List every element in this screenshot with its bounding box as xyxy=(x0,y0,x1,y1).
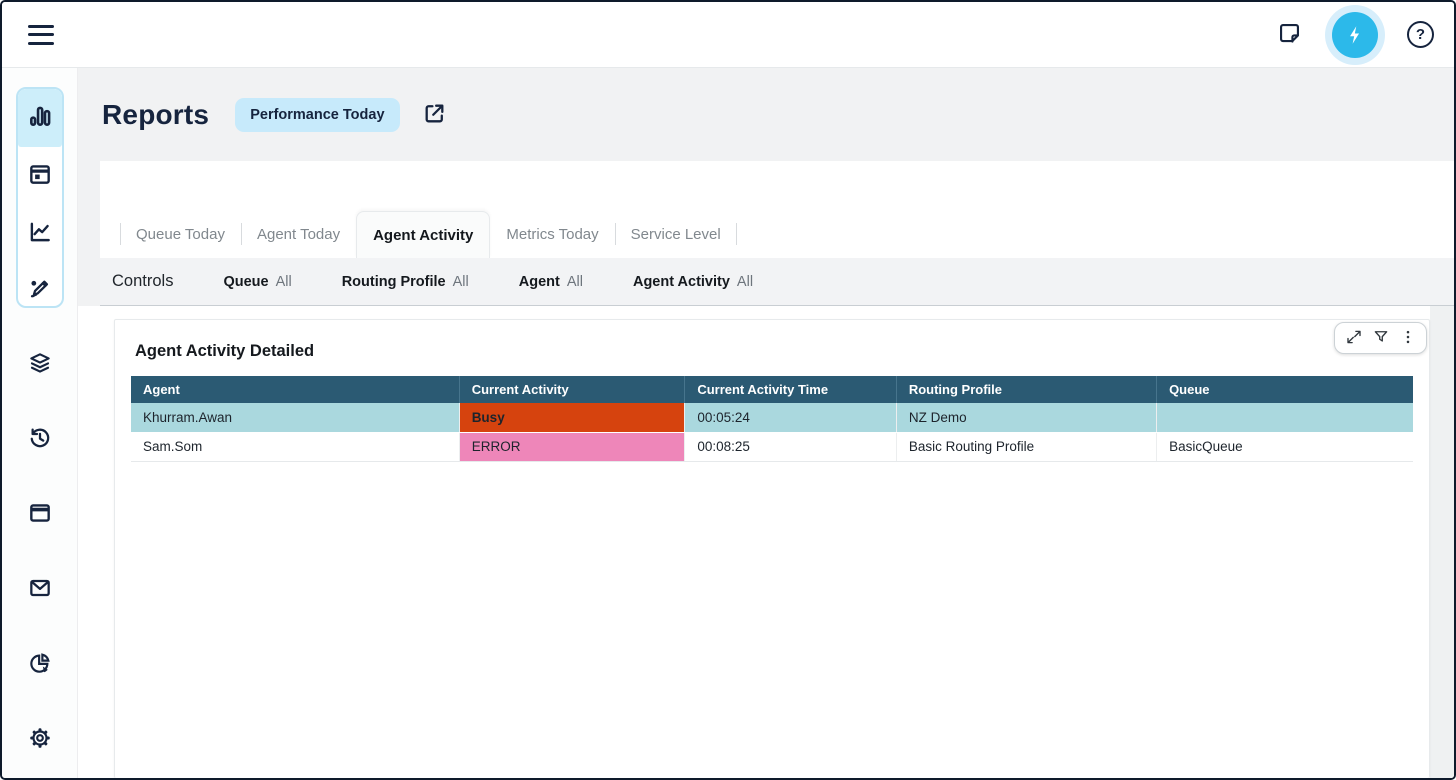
right-gutter xyxy=(1430,306,1454,778)
column-header-queue[interactable]: Queue xyxy=(1157,376,1413,403)
sidebar-secondary-group xyxy=(16,328,64,778)
main-content: Reports Performance Today Queue Today xyxy=(78,68,1454,778)
table-row: Sam.Som ERROR 00:08:25 Basic Routing Pro… xyxy=(131,432,1413,461)
sidebar-item-metrics[interactable] xyxy=(18,205,62,263)
tab-queue-today[interactable]: Queue Today xyxy=(120,211,241,258)
sidebar-item-schedule[interactable] xyxy=(18,147,62,205)
tab-agent-today[interactable]: Agent Today xyxy=(241,211,356,258)
topbar-actions: ? xyxy=(1276,5,1434,65)
filter-queue[interactable]: QueueAll xyxy=(223,274,291,290)
report-name-badge: Performance Today xyxy=(235,98,399,132)
cell-routing-profile: NZ Demo xyxy=(896,403,1156,432)
controls-bar: Controls QueueAll Routing ProfileAll Age… xyxy=(100,258,1454,306)
column-header-current-activity[interactable]: Current Activity xyxy=(459,376,685,403)
top-bar: ? xyxy=(2,2,1454,68)
sidebar-item-window[interactable] xyxy=(16,478,64,553)
agent-activity-panel: Agent Activity Detailed Agent Current Ac… xyxy=(114,319,1430,778)
table-row: Khurram.Awan Busy 00:05:24 NZ Demo xyxy=(131,403,1413,432)
help-icon: ? xyxy=(1407,21,1434,48)
tab-service-level[interactable]: Service Level xyxy=(615,211,737,258)
column-header-current-activity-time[interactable]: Current Activity Time xyxy=(685,376,897,403)
filter-agent[interactable]: AgentAll xyxy=(519,274,583,290)
note-icon xyxy=(1276,20,1303,50)
calendar-icon xyxy=(27,161,53,192)
panel-title: Agent Activity Detailed xyxy=(135,342,1413,361)
cell-current-activity: Busy xyxy=(459,403,685,432)
page-header: Reports Performance Today xyxy=(78,68,1454,161)
filter-button[interactable] xyxy=(1367,326,1394,350)
cell-queue: BasicQueue xyxy=(1157,432,1413,461)
history-icon xyxy=(27,425,53,456)
panel-toolbar xyxy=(1334,322,1427,354)
column-header-agent[interactable]: Agent xyxy=(131,376,459,403)
column-header-routing-profile[interactable]: Routing Profile xyxy=(896,376,1156,403)
cell-agent: Sam.Som xyxy=(131,432,459,461)
cell-activity-time: 00:05:24 xyxy=(685,403,897,432)
filter-icon xyxy=(1372,328,1390,349)
agent-activity-table: Agent Current Activity Current Activity … xyxy=(131,376,1413,462)
assistant-button[interactable] xyxy=(1325,5,1385,65)
sidebar xyxy=(2,68,78,778)
layers-icon xyxy=(27,350,53,381)
filter-agent-activity[interactable]: Agent ActivityAll xyxy=(633,274,753,290)
cell-queue xyxy=(1157,403,1413,432)
cell-routing-profile: Basic Routing Profile xyxy=(896,432,1156,461)
sidebar-item-layers[interactable] xyxy=(16,328,64,403)
more-options-button[interactable] xyxy=(1394,326,1421,350)
app-frame: Reports Performance Today Queue Today xyxy=(2,68,1454,778)
lightning-icon xyxy=(1332,12,1378,58)
cell-activity-time: 00:08:25 xyxy=(685,432,897,461)
pie-chart-icon xyxy=(27,650,53,681)
page-title: Reports xyxy=(102,99,209,131)
external-link-icon xyxy=(422,101,447,129)
sidebar-item-design[interactable] xyxy=(18,263,62,308)
filter-routing-profile[interactable]: Routing ProfileAll xyxy=(342,274,469,290)
assistant-halo xyxy=(1325,5,1385,65)
report-canvas-header: Queue Today Agent Today Agent Activity M… xyxy=(100,161,1454,258)
report-tabs: Queue Today Agent Today Agent Activity M… xyxy=(120,211,737,258)
help-button[interactable]: ? xyxy=(1407,21,1434,48)
sidebar-item-history[interactable] xyxy=(16,403,64,478)
mail-icon xyxy=(27,575,53,606)
sidebar-item-mail[interactable] xyxy=(16,553,64,628)
design-brush-icon xyxy=(27,277,53,308)
hamburger-menu-icon[interactable] xyxy=(26,23,56,47)
cell-current-activity: ERROR xyxy=(459,432,685,461)
sidebar-item-reports[interactable] xyxy=(18,89,62,147)
open-external-button[interactable] xyxy=(422,101,447,129)
tab-agent-activity[interactable]: Agent Activity xyxy=(356,211,490,258)
settings-gear-icon xyxy=(27,725,53,756)
kebab-menu-icon xyxy=(1399,328,1417,349)
tab-metrics-today[interactable]: Metrics Today xyxy=(490,211,614,258)
note-button[interactable] xyxy=(1276,20,1303,50)
controls-title: Controls xyxy=(112,272,173,291)
browser-window-icon xyxy=(27,500,53,531)
expand-button[interactable] xyxy=(1340,326,1367,350)
cell-agent: Khurram.Awan xyxy=(131,403,459,432)
table-header-row: Agent Current Activity Current Activity … xyxy=(131,376,1413,403)
sidebar-report-group xyxy=(16,87,64,308)
app-window: ? xyxy=(0,0,1456,780)
bar-chart-icon xyxy=(27,103,53,134)
report-body: Agent Activity Detailed Agent Current Ac… xyxy=(78,306,1454,778)
sidebar-item-analytics[interactable] xyxy=(16,628,64,703)
expand-icon xyxy=(1345,328,1363,349)
sidebar-item-settings[interactable] xyxy=(16,703,64,778)
line-chart-icon xyxy=(27,219,53,250)
